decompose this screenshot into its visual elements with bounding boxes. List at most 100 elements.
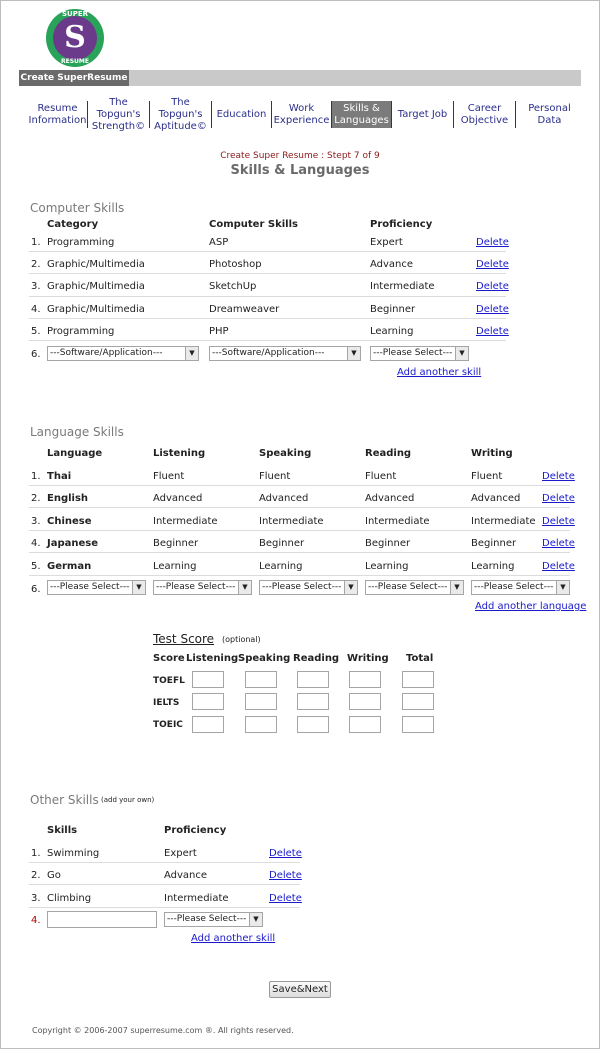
writing-select[interactable]: ---Please Select--- ▼	[471, 580, 570, 595]
language-name: English	[47, 493, 89, 504]
ielts-speaking-input[interactable]	[245, 693, 277, 710]
row-divider	[29, 296, 506, 297]
toeic-reading-input[interactable]	[297, 716, 329, 733]
writing-level: Beginner	[471, 538, 517, 549]
nav-personal-data[interactable]: Personal Data	[516, 101, 583, 128]
nav-resume-information[interactable]: Resume Information	[28, 101, 88, 128]
other-skill-input[interactable]	[47, 911, 157, 928]
ielts-writing-input[interactable]	[349, 693, 381, 710]
delete-link[interactable]: Delete	[476, 281, 509, 292]
col-header-skills: Skills	[47, 825, 78, 836]
delete-link[interactable]: Delete	[542, 561, 575, 572]
toeic-writing-input[interactable]	[349, 716, 381, 733]
proficiency-select[interactable]: ---Please Select--- ▼	[370, 346, 469, 361]
skill-name: Dreamweaver	[209, 304, 280, 315]
toefl-speaking-input[interactable]	[245, 671, 277, 688]
skill-name: SketchUp	[209, 281, 257, 292]
toefl-reading-input[interactable]	[297, 671, 329, 688]
other-proficiency-select[interactable]: ---Please Select--- ▼	[164, 912, 263, 927]
reading-level: Advanced	[365, 493, 415, 504]
row-number: 3.	[31, 893, 41, 904]
add-another-skill-link[interactable]: Add another skill	[397, 367, 481, 378]
writing-level: Learning	[471, 561, 515, 572]
select-value: ---Please Select---	[262, 582, 342, 592]
save-next-button[interactable]: Save&Next	[269, 981, 331, 998]
ielts-total-input[interactable]	[402, 693, 434, 710]
chevron-down-icon: ▼	[556, 581, 569, 594]
test-name: IELTS	[153, 698, 180, 708]
delete-link[interactable]: Delete	[542, 538, 575, 549]
nav-target-job[interactable]: Target Job	[392, 101, 454, 128]
listening-level: Advanced	[153, 493, 203, 504]
delete-link[interactable]: Delete	[269, 870, 302, 881]
new-row-number: 4.	[31, 915, 41, 926]
nav-skills-languages[interactable]: Skills & Languages	[332, 101, 392, 128]
delete-link[interactable]: Delete	[542, 493, 575, 504]
skill-proficiency: Intermediate	[370, 281, 435, 292]
toeic-speaking-input[interactable]	[245, 716, 277, 733]
superresume-logo[interactable]: SUPER S RESUME	[46, 9, 104, 67]
language-select[interactable]: ---Please Select--- ▼	[47, 580, 146, 595]
nav-education[interactable]: Education	[212, 101, 272, 128]
nav-label-line1: Target Job	[397, 108, 448, 120]
nav-topgun-aptitude[interactable]: The Topgun's Aptitude©	[150, 97, 212, 132]
other-skill-name: Climbing	[47, 893, 92, 904]
page-title: Skills & Languages	[230, 163, 370, 178]
select-value: ---Please Select---	[167, 914, 247, 924]
row-number: 4.	[31, 304, 41, 315]
delete-link[interactable]: Delete	[269, 893, 302, 904]
toeic-listening-input[interactable]	[192, 716, 224, 733]
logo-letter: S	[53, 16, 97, 60]
nav-career-objective[interactable]: Career Objective	[454, 101, 516, 128]
row-number: 4.	[31, 538, 41, 549]
row-number: 1.	[31, 848, 41, 859]
test-score-title: Test Score	[153, 632, 215, 646]
create-superresume-tab[interactable]: Create SuperResume	[19, 70, 129, 86]
col-header-category: Category	[47, 219, 99, 230]
delete-link[interactable]: Delete	[542, 471, 575, 482]
skill-proficiency: Expert	[370, 237, 403, 248]
reading-level: Beginner	[365, 538, 411, 549]
speaking-select[interactable]: ---Please Select--- ▼	[259, 580, 358, 595]
listening-select[interactable]: ---Please Select--- ▼	[153, 580, 252, 595]
nav-topgun-strength[interactable]: The Topgun's Strength©	[88, 97, 150, 132]
chevron-down-icon: ▼	[344, 581, 357, 594]
ielts-listening-input[interactable]	[192, 693, 224, 710]
delete-link[interactable]: Delete	[269, 848, 302, 859]
row-divider	[29, 575, 570, 576]
add-another-language-link[interactable]: Add another language	[475, 601, 586, 612]
computer-skills-title: Computer Skills	[30, 201, 125, 215]
col-header-reading: Reading	[365, 448, 412, 459]
other-skill-name: Swimming	[47, 848, 100, 859]
nav-work-experience[interactable]: Work Experience	[272, 101, 332, 128]
delete-link[interactable]: Delete	[476, 237, 509, 248]
add-another-other-skill-link[interactable]: Add another skill	[191, 933, 275, 944]
writing-level: Fluent	[471, 471, 503, 482]
nav-label-line2: Experience	[273, 114, 330, 126]
delete-link[interactable]: Delete	[476, 326, 509, 337]
category-select[interactable]: ---Software/Application--- ▼	[47, 346, 199, 361]
computer-skill-select[interactable]: ---Software/Application--- ▼	[209, 346, 361, 361]
nav-label-line2: Strength©	[91, 120, 146, 132]
nav-label-line1: Resume	[37, 102, 78, 114]
toefl-listening-input[interactable]	[192, 671, 224, 688]
delete-link[interactable]: Delete	[476, 259, 509, 270]
toefl-total-input[interactable]	[402, 671, 434, 688]
reading-select[interactable]: ---Please Select--- ▼	[365, 580, 464, 595]
writing-level: Advanced	[471, 493, 521, 504]
toefl-writing-input[interactable]	[349, 671, 381, 688]
delete-link[interactable]: Delete	[542, 516, 575, 527]
language-name: Thai	[47, 471, 72, 482]
chevron-down-icon: ▼	[238, 581, 251, 594]
delete-link[interactable]: Delete	[476, 304, 509, 315]
other-skills-title: Other Skills	[30, 793, 99, 807]
row-number: 1.	[31, 237, 41, 248]
other-skill-proficiency: Expert	[164, 848, 197, 859]
col-header-listening: Listening	[153, 448, 206, 459]
row-divider	[29, 251, 506, 252]
skill-proficiency: Beginner	[370, 304, 416, 315]
col-header-proficiency: Proficiency	[164, 825, 227, 836]
ielts-reading-input[interactable]	[297, 693, 329, 710]
row-number: 1.	[31, 471, 41, 482]
toeic-total-input[interactable]	[402, 716, 434, 733]
